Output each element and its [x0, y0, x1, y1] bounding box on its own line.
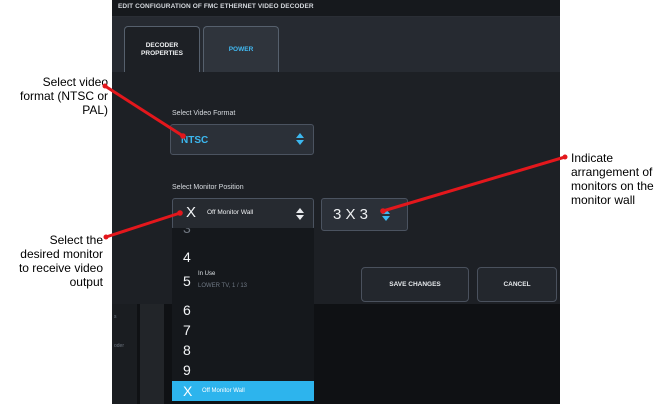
dropdown-option-label: 4	[183, 249, 191, 265]
save-changes-button[interactable]: SAVE CHANGES	[361, 267, 469, 302]
monitor-position-dropdown-list: 3 4 5 In Use LOWER TV, 1 / 13 6 7 8 9 X …	[172, 228, 314, 401]
annotation-video-format: Select video format (NTSC or PAL)	[19, 75, 108, 117]
video-format-select[interactable]: NTSC	[170, 124, 314, 155]
pointer-dot-monitor	[103, 234, 109, 240]
background-stub-1: s	[114, 314, 117, 320]
dropdown-option[interactable]: 7	[172, 320, 314, 340]
window-title-bar: EDIT CONFIGURATION OF FMC ETHERNET VIDEO…	[112, 0, 560, 17]
dropdown-option[interactable]: 5 In Use LOWER TV, 1 / 13	[172, 268, 314, 300]
video-format-value: NTSC	[181, 135, 209, 146]
dropdown-option-selected[interactable]: X Off Monitor Wall	[172, 381, 314, 401]
tab-power-label: POWER	[228, 46, 254, 53]
dropdown-option-detail: LOWER TV, 1 / 13	[198, 283, 248, 289]
dropdown-option-label: 7	[183, 322, 191, 338]
dropdown-option-text: Off Monitor Wall	[202, 388, 245, 394]
dropdown-option-label: 8	[183, 342, 191, 358]
cancel-button[interactable]: CANCEL	[477, 267, 557, 302]
monitor-position-symbol: X	[186, 204, 197, 221]
up-down-spinner-icon	[295, 207, 305, 221]
annotation-arrangement: Indicate arrangement of monitors on the …	[571, 151, 654, 207]
dropdown-option[interactable]: 3	[172, 228, 314, 240]
dropdown-option[interactable]: 9	[172, 360, 314, 380]
tab-decoder-properties[interactable]: DECODER PROPERTIES	[124, 26, 200, 73]
annotation-monitor: Select the desired monitor to receive vi…	[18, 233, 103, 289]
up-down-spinner-icon	[381, 208, 391, 222]
dropdown-option[interactable]: 6	[172, 300, 314, 320]
background-column	[140, 304, 164, 404]
dropdown-option-label: X	[183, 383, 193, 399]
arrangement-value: 3 X 3	[333, 206, 369, 223]
monitor-position-label: Select Monitor Position	[172, 184, 244, 191]
dropdown-option-status: In Use	[198, 271, 216, 277]
dropdown-option-label: 5	[183, 273, 191, 289]
arrangement-select[interactable]: 3 X 3	[321, 198, 408, 231]
tab-decoder-properties-label: DECODER PROPERTIES	[141, 42, 183, 57]
dropdown-option-label: 6	[183, 302, 191, 318]
dropdown-option-label: 9	[183, 362, 191, 378]
dropdown-option[interactable]: 8	[172, 340, 314, 360]
pointer-dot-arrangement	[562, 154, 568, 160]
monitor-position-value: Off Monitor Wall	[207, 209, 254, 216]
window-title: EDIT CONFIGURATION OF FMC ETHERNET VIDEO…	[118, 3, 314, 10]
dropdown-option[interactable]: 4	[172, 246, 314, 268]
background-stub-2: oder	[114, 343, 125, 349]
tab-power[interactable]: POWER	[203, 26, 279, 73]
video-format-label: Select Video Format	[172, 110, 236, 117]
dropdown-option-label: 3	[183, 228, 191, 236]
monitor-position-select[interactable]: X Off Monitor Wall	[172, 198, 314, 230]
up-down-spinner-icon	[295, 132, 305, 146]
